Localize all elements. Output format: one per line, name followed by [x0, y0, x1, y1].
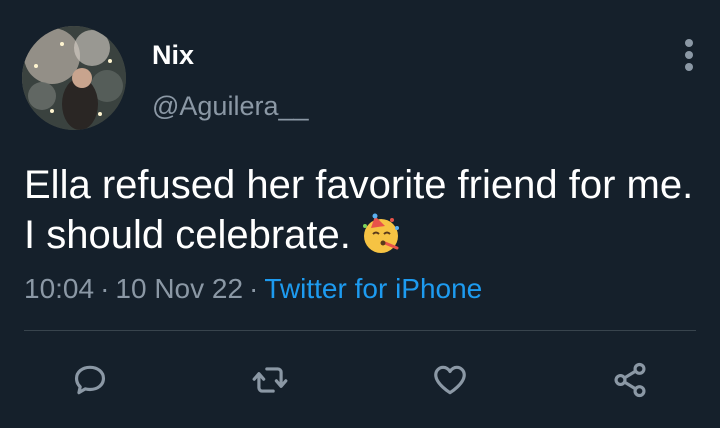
- meta-separator: ·: [100, 273, 110, 304]
- avatar-image: [22, 26, 126, 130]
- author-handle[interactable]: @Aguilera__: [152, 91, 309, 122]
- divider: [24, 330, 696, 331]
- more-options-icon[interactable]: [677, 38, 701, 72]
- retweet-icon: [252, 367, 288, 393]
- tweet-source-link[interactable]: Twitter for iPhone: [264, 273, 482, 304]
- tweet-time: 10:04: [24, 273, 95, 304]
- tweet-meta: 10:04 · 10 Nov 22 · Twitter for iPhone: [24, 273, 482, 305]
- tweet-text: Ella refused her favorite friend for me.…: [24, 160, 694, 260]
- reply-icon: [74, 365, 106, 395]
- partying-face-icon: [359, 212, 403, 256]
- tweet-date: 10 Nov 22: [115, 273, 244, 304]
- heart-icon: [434, 365, 466, 395]
- meta-separator: ·: [249, 273, 259, 304]
- reply-button[interactable]: [70, 360, 110, 400]
- retweet-button[interactable]: [250, 360, 290, 400]
- share-button[interactable]: [610, 360, 650, 400]
- like-button[interactable]: [430, 360, 470, 400]
- author-name[interactable]: Nix: [152, 40, 194, 71]
- share-icon: [614, 362, 646, 398]
- avatar[interactable]: [22, 26, 126, 130]
